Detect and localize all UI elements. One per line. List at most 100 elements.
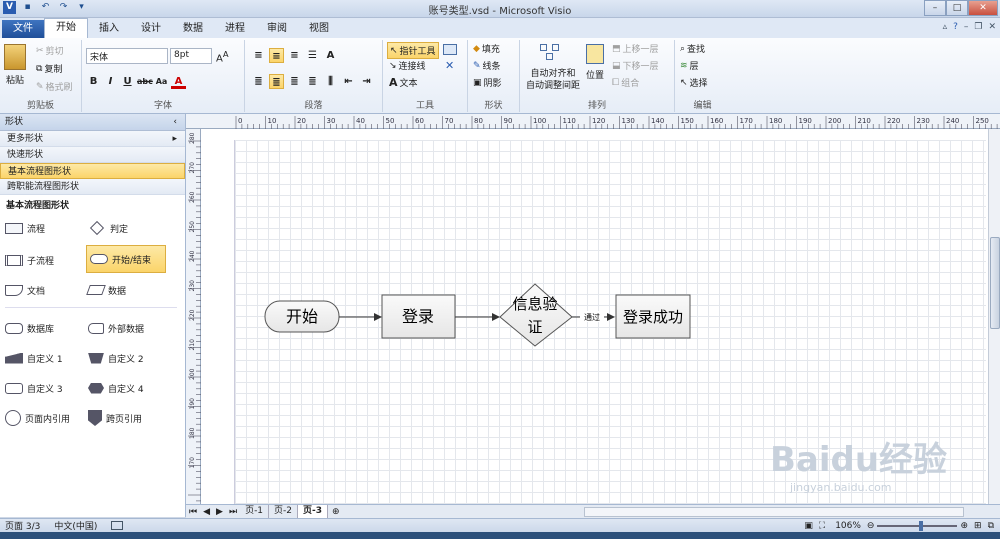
master-custom-4[interactable]: 自定义 4 <box>88 375 168 401</box>
text-direction-icon[interactable]: ⫼ <box>323 74 338 89</box>
switch-windows-icon[interactable]: ⧉ <box>988 521 994 531</box>
next-page-icon[interactable]: ▶ <box>213 507 226 517</box>
master-database[interactable]: 数据库 <box>5 315 85 341</box>
increase-indent-icon[interactable]: ⇥ <box>359 74 374 89</box>
redo-icon[interactable]: ↷ <box>57 1 70 14</box>
zoom-level[interactable]: 106% <box>835 521 861 531</box>
verify-decision[interactable] <box>499 283 573 347</box>
master-off-page-ref[interactable]: 跨页引用 <box>88 405 168 431</box>
send-backward-button[interactable]: ⬓ 下移一层 <box>612 59 659 73</box>
justify-icon[interactable]: ≣ <box>305 74 320 89</box>
cut-button[interactable]: ✂ 剪切 <box>36 44 64 58</box>
maximize-button[interactable]: □ <box>946 0 968 16</box>
case-icon[interactable]: Aa <box>154 74 169 89</box>
master-document[interactable]: 文档 <box>5 277 85 303</box>
quick-shapes-row[interactable]: 快速形状 <box>0 147 185 163</box>
zoom-slider-thumb[interactable] <box>919 520 924 531</box>
tab-process[interactable]: 进程 <box>214 20 256 38</box>
insert-page-icon[interactable]: ⊕ <box>328 507 344 517</box>
page-tab-2[interactable]: 页-2 <box>269 505 299 518</box>
bullets-icon[interactable]: ☰ <box>305 48 320 63</box>
page-tab-3[interactable]: 页-3 <box>298 505 329 518</box>
undo-icon[interactable]: ↶ <box>39 1 52 14</box>
text-block-icon[interactable]: A <box>323 48 338 63</box>
zoom-in-icon[interactable]: ⊕ <box>960 521 968 531</box>
full-screen-icon[interactable]: ⛶ <box>819 521 825 531</box>
connector-button[interactable]: ↘ 连接线 <box>389 59 426 73</box>
zoom-slider[interactable] <box>877 520 958 531</box>
master-subprocess[interactable]: 子流程 <box>5 247 85 273</box>
macro-record-icon[interactable] <box>111 521 124 530</box>
find-button[interactable]: ⌕ 查找 <box>680 42 705 56</box>
position-button[interactable]: 位置 <box>586 68 604 81</box>
basic-flowchart-row[interactable]: 基本流程图形状 <box>0 163 185 179</box>
strikethrough-icon[interactable]: abc <box>137 74 153 89</box>
language-indicator[interactable]: 中文(中国) <box>54 519 97 532</box>
format-painter-button[interactable]: ✎ 格式刷 <box>36 80 73 94</box>
shadow-button[interactable]: ▣ 阴影 <box>473 76 502 90</box>
align-bottom-icon[interactable]: ≡ <box>287 48 302 63</box>
align-center-icon[interactable]: ≣ <box>269 74 284 89</box>
save-icon[interactable]: ▪ <box>21 1 34 14</box>
fill-button[interactable]: ◆ 填充 <box>473 42 500 56</box>
first-page-icon[interactable]: ⏮ <box>186 507 200 517</box>
collapse-pane-icon[interactable]: ‹ <box>173 114 177 131</box>
cross-functional-row[interactable]: 跨职能流程图形状 <box>0 179 185 195</box>
align-top-icon[interactable]: ≡ <box>251 48 266 63</box>
font-color-icon[interactable]: A <box>171 74 186 89</box>
tab-design[interactable]: 设计 <box>130 20 172 38</box>
page-indicator[interactable]: 页面 3/3 <box>5 519 40 532</box>
copy-button[interactable]: ⧉ 复制 <box>36 62 62 76</box>
last-page-icon[interactable]: ⏭ <box>226 507 240 517</box>
pointer-tool-button[interactable]: ↖ 指针工具 <box>387 42 439 59</box>
tab-review[interactable]: 审阅 <box>256 20 298 38</box>
tab-home[interactable]: 开始 <box>44 18 88 38</box>
master-custom-3[interactable]: 自定义 3 <box>5 375 85 401</box>
doc-close-icon[interactable]: ✕ <box>988 22 996 32</box>
master-on-page-ref[interactable]: 页面内引用 <box>5 405 85 431</box>
align-left-icon[interactable]: ≣ <box>251 74 266 89</box>
bring-forward-button[interactable]: ⬒ 上移一层 <box>612 42 659 56</box>
doc-restore-icon[interactable]: ❐ <box>974 22 982 32</box>
font-size-select[interactable]: 8pt <box>170 48 212 64</box>
master-data[interactable]: 数据 <box>86 277 168 303</box>
group-button[interactable]: ⧠ 组合 <box>612 76 639 90</box>
fit-window-icon[interactable]: ⊞ <box>974 521 982 531</box>
close-button[interactable]: ✕ <box>968 0 998 16</box>
paste-icon[interactable] <box>4 44 26 70</box>
help-icon[interactable]: ? <box>953 22 958 32</box>
line-button[interactable]: ✎ 线条 <box>473 59 501 73</box>
horizontal-scrollbar[interactable] <box>583 506 964 517</box>
font-family-select[interactable]: 宋体 <box>86 48 168 64</box>
vertical-scrollbar[interactable] <box>988 129 1000 504</box>
layer-button[interactable]: ≋ 层 <box>680 59 699 73</box>
decrease-indent-icon[interactable]: ⇤ <box>341 74 356 89</box>
tab-data[interactable]: 数据 <box>172 20 214 38</box>
underline-icon[interactable]: U <box>120 74 135 89</box>
bold-icon[interactable]: B <box>86 74 101 89</box>
master-custom-2[interactable]: 自定义 2 <box>88 345 168 371</box>
grow-font-icon[interactable]: AA <box>216 49 229 64</box>
master-process[interactable]: 流程 <box>5 215 85 241</box>
fit-page-icon[interactable]: ▣ <box>804 521 813 531</box>
zoom-out-icon[interactable]: ⊖ <box>867 521 875 531</box>
scrollbar-thumb[interactable] <box>990 237 1000 329</box>
rectangle-icon[interactable] <box>443 44 457 55</box>
more-shapes-row[interactable]: 更多形状 ▸ <box>0 131 185 147</box>
prev-page-icon[interactable]: ◀ <box>200 507 213 517</box>
italic-icon[interactable]: I <box>103 74 118 89</box>
select-button[interactable]: ↖ 选择 <box>680 76 708 90</box>
paste-button[interactable]: 粘贴 <box>6 73 24 86</box>
connection-point-icon[interactable]: ✕ <box>445 59 454 72</box>
align-right-icon[interactable]: ≣ <box>287 74 302 89</box>
tab-insert[interactable]: 插入 <box>88 20 130 38</box>
tab-file[interactable]: 文件 <box>2 20 44 38</box>
doc-minimize-icon[interactable]: – <box>964 22 969 32</box>
tab-view[interactable]: 视图 <box>298 20 340 38</box>
master-external-data[interactable]: 外部数据 <box>88 315 168 341</box>
master-decision[interactable]: 判定 <box>88 215 168 241</box>
minimize-ribbon-icon[interactable]: ▵ <box>943 22 948 32</box>
text-tool-button[interactable]: A 文本 <box>389 76 418 89</box>
auto-align-button[interactable]: 自动对齐和 自动调整间距 <box>526 68 580 92</box>
page-tab-1[interactable]: 页-1 <box>240 505 270 518</box>
